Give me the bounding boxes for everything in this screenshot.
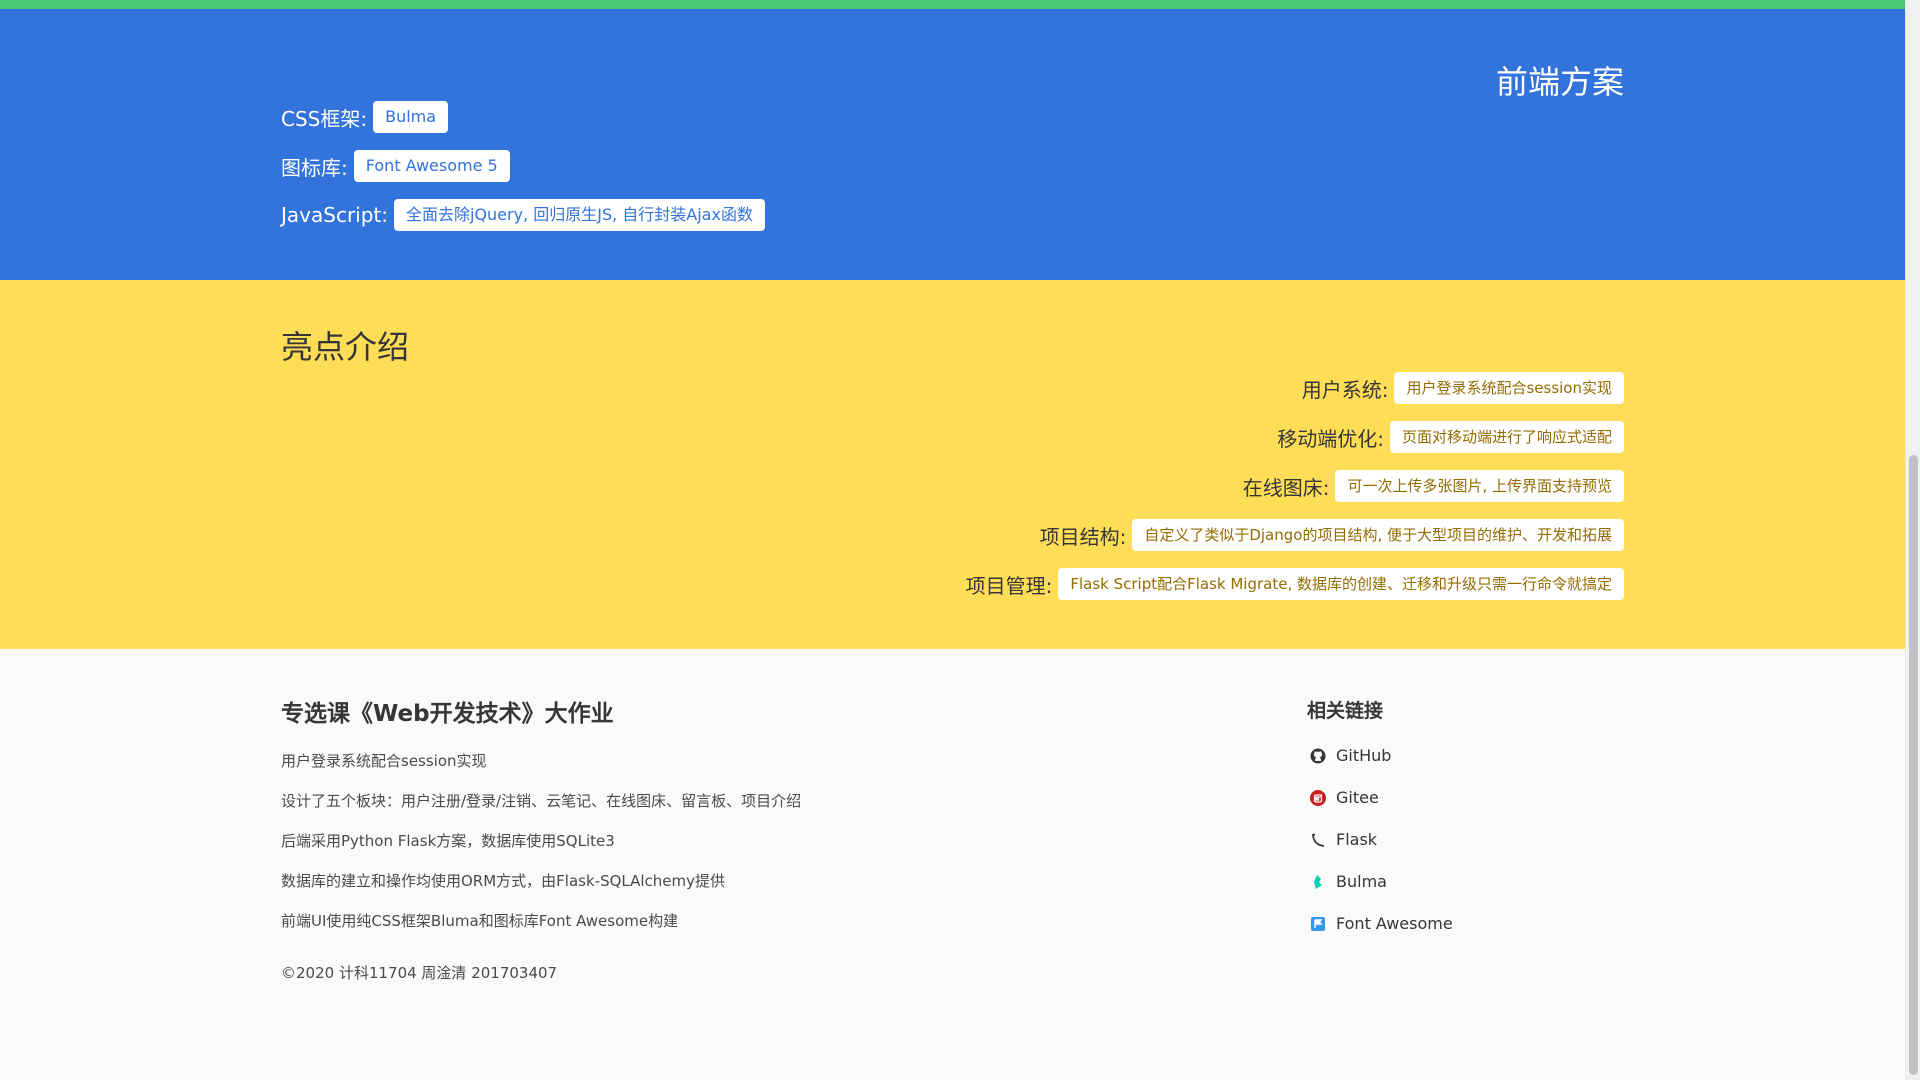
frontend-row-css: CSS框架: Bulma xyxy=(281,101,449,133)
row-label: JavaScript: xyxy=(281,203,388,227)
highlights-section: 亮点介绍 用户系统: 用户登录系统配合session实现 移动端优化: 页面对移… xyxy=(0,280,1905,649)
footer-line: 前端UI使用纯CSS框架Bluma和图标库Font Awesome构建 xyxy=(281,912,679,930)
highlights-title: 亮点介绍 xyxy=(281,328,410,366)
frontend-title: 前端方案 xyxy=(1495,63,1624,101)
link-label: Flask xyxy=(1336,830,1378,849)
highlight-row-structure: 项目结构: 自定义了类似于Django的项目结构, 便于大型项目的维护、开发和拓… xyxy=(1040,519,1624,551)
row-tag: 全面去除jQuery, 回归原生JS, 自行封装Ajax函数 xyxy=(394,199,765,231)
link-label: Font Awesome xyxy=(1336,914,1453,933)
row-tag: 页面对移动端进行了响应式适配 xyxy=(1389,421,1624,453)
link-bulma[interactable]: Bulma xyxy=(1310,872,1387,891)
row-label: 项目结构: xyxy=(1039,524,1127,549)
github-icon xyxy=(1310,748,1326,764)
highlight-row-user-system: 用户系统: 用户登录系统配合session实现 xyxy=(1302,372,1624,404)
row-label: 移动端优化: xyxy=(1277,426,1384,451)
links-title: 相关链接 xyxy=(1307,700,1384,722)
row-label: 用户系统: xyxy=(1301,377,1389,402)
row-label: 在线图床: xyxy=(1242,475,1330,500)
row-tag: 可一次上传多张图片, 上传界面支持预览 xyxy=(1335,470,1624,502)
frontend-row-js: JavaScript: 全面去除jQuery, 回归原生JS, 自行封装Ajax… xyxy=(281,199,765,231)
link-label: Bulma xyxy=(1336,872,1387,891)
footer-line: 数据库的建立和操作均使用ORM方式，由Flask-SQLAlchemy提供 xyxy=(281,872,726,890)
row-label: CSS框架: xyxy=(281,106,368,131)
footer-line: 后端采用Python Flask方案，数据库使用SQLite3 xyxy=(281,832,615,850)
top-accent-bar xyxy=(0,0,1905,9)
page: 前端方案 CSS框架: Bulma 图标库: Font Awesome 5 Ja… xyxy=(0,0,1905,1080)
row-label: 图标库: xyxy=(281,155,348,180)
row-tag: Flask Script配合Flask Migrate, 数据库的创建、迁移和升… xyxy=(1058,568,1624,600)
link-gitee[interactable]: Gitee xyxy=(1310,788,1379,807)
row-tag: Font Awesome 5 xyxy=(353,150,510,182)
vertical-scrollbar[interactable] xyxy=(1905,0,1920,1080)
link-font-awesome[interactable]: Font Awesome xyxy=(1310,914,1453,933)
flask-icon xyxy=(1310,832,1326,848)
highlight-row-management: 项目管理: Flask Script配合Flask Migrate, 数据库的创… xyxy=(966,568,1624,600)
footer-line: 用户登录系统配合session实现 xyxy=(281,752,487,770)
row-tag: 用户登录系统配合session实现 xyxy=(1394,372,1624,404)
row-tag: 自定义了类似于Django的项目结构, 便于大型项目的维护、开发和拓展 xyxy=(1132,519,1624,551)
row-tag: Bulma xyxy=(373,101,449,133)
highlight-row-mobile: 移动端优化: 页面对移动端进行了响应式适配 xyxy=(1277,421,1624,453)
font-awesome-icon xyxy=(1310,916,1326,932)
bulma-icon xyxy=(1310,874,1326,890)
row-label: 项目管理: xyxy=(965,573,1053,598)
frontend-row-icons: 图标库: Font Awesome 5 xyxy=(281,150,510,182)
footer-line: 设计了五个板块：用户注册/登录/注销、云笔记、在线图床、留言板、项目介绍 xyxy=(281,792,802,810)
scrollbar-thumb[interactable] xyxy=(1909,455,1918,1075)
link-github[interactable]: GitHub xyxy=(1310,746,1391,765)
highlight-row-image-host: 在线图床: 可一次上传多张图片, 上传界面支持预览 xyxy=(1243,470,1624,502)
frontend-section: 前端方案 CSS框架: Bulma 图标库: Font Awesome 5 Ja… xyxy=(0,9,1905,280)
copyright: ©2020 计科11704 周淦清 201703407 xyxy=(281,964,558,982)
link-label: GitHub xyxy=(1336,746,1392,765)
link-flask[interactable]: Flask xyxy=(1310,830,1377,849)
footer-title: 专选课《Web开发技术》大作业 xyxy=(281,701,614,727)
link-label: Gitee xyxy=(1336,788,1379,807)
footer: 专选课《Web开发技术》大作业 用户登录系统配合session实现 设计了五个板… xyxy=(0,649,1905,1080)
gitee-icon xyxy=(1310,789,1326,806)
